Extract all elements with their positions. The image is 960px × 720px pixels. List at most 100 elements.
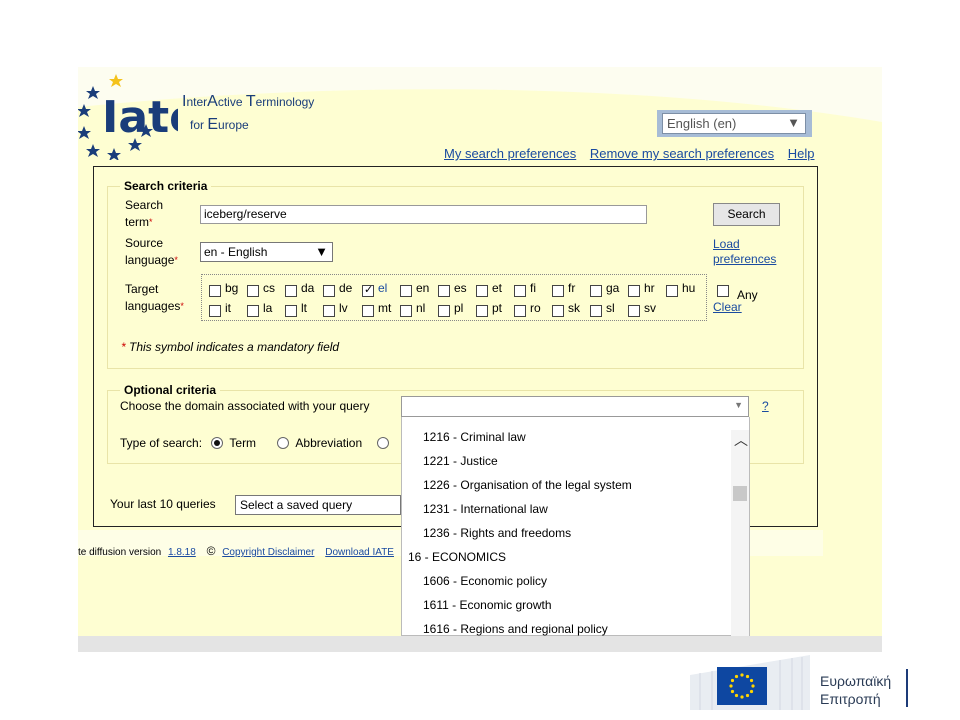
domain-option[interactable]: 16 - ECONOMICS: [408, 550, 506, 564]
target-lang-ga-checkbox[interactable]: ga: [590, 279, 619, 297]
domain-option[interactable]: 1236 - Rights and freedoms: [423, 526, 571, 540]
checkbox-box[interactable]: [628, 305, 640, 317]
checkbox-box[interactable]: [717, 285, 729, 297]
type-abbreviation-radio[interactable]: Abbreviation: [277, 436, 362, 450]
eu-star: [730, 678, 735, 683]
domain-option[interactable]: 1611 - Economic growth: [423, 598, 552, 612]
search-term-input[interactable]: iceberg/reserve: [200, 205, 647, 224]
eu-star: [740, 695, 744, 699]
target-lang-label: nl: [416, 301, 426, 315]
download-iate-link[interactable]: Download IATE: [325, 547, 394, 558]
domain-help-link[interactable]: ?: [762, 399, 769, 413]
target-lang-el-checkbox[interactable]: el: [362, 279, 387, 297]
type-of-search-label: Type of search:: [120, 436, 203, 450]
checkbox-box[interactable]: [514, 285, 526, 297]
target-lang-label: pl: [454, 301, 464, 315]
source-language-label: Source language*: [125, 236, 178, 267]
target-lang-cs-checkbox[interactable]: cs: [247, 279, 275, 297]
interface-language-select[interactable]: English (en) ▼: [662, 113, 806, 134]
target-lang-mt-checkbox[interactable]: mt: [362, 299, 391, 317]
domain-option[interactable]: 1616 - Regions and regional policy: [423, 622, 608, 636]
target-lang-pt-checkbox[interactable]: pt: [476, 299, 502, 317]
checkbox-box[interactable]: [590, 305, 602, 317]
type-term-radio[interactable]: Term: [211, 436, 256, 450]
target-lang-es-checkbox[interactable]: es: [438, 279, 467, 297]
target-lang-en-checkbox[interactable]: en: [400, 279, 429, 297]
target-lang-nl-checkbox[interactable]: nl: [400, 299, 425, 317]
radio-unselected[interactable]: [277, 437, 290, 449]
target-lang-ro-checkbox[interactable]: ro: [514, 299, 541, 317]
version-link[interactable]: 1.8.18: [168, 547, 196, 558]
target-lang-label: es: [454, 281, 467, 295]
target-lang-sv-checkbox[interactable]: sv: [628, 299, 656, 317]
target-lang-pl-checkbox[interactable]: pl: [438, 299, 463, 317]
target-lang-de-checkbox[interactable]: de: [323, 279, 352, 297]
type-other-radio[interactable]: [377, 436, 395, 450]
footer: te diffusion version 1.8.18 © Copyright …: [78, 544, 394, 558]
chevron-down-icon: ▼: [787, 115, 800, 130]
checkbox-box[interactable]: [362, 283, 374, 297]
my-search-preferences-link[interactable]: My search preferences: [444, 146, 576, 161]
checkbox-box[interactable]: [628, 285, 640, 297]
checkbox-box[interactable]: [666, 285, 678, 297]
target-lang-lt-checkbox[interactable]: lt: [285, 299, 307, 317]
target-lang-hr-checkbox[interactable]: hr: [628, 279, 655, 297]
target-lang-et-checkbox[interactable]: et: [476, 279, 502, 297]
checkbox-box[interactable]: [476, 305, 488, 317]
radio-unselected[interactable]: [377, 437, 390, 449]
domain-option[interactable]: 1606 - Economic policy: [423, 574, 547, 588]
checkbox-box[interactable]: [323, 305, 335, 317]
help-link[interactable]: Help: [788, 146, 815, 161]
checkbox-box[interactable]: [438, 305, 450, 317]
remove-search-preferences-link[interactable]: Remove my search preferences: [590, 146, 774, 161]
domain-option[interactable]: 1226 - Organisation of the legal system: [423, 478, 632, 492]
target-lang-hu-checkbox[interactable]: hu: [666, 279, 695, 297]
domain-option[interactable]: 1216 - Criminal law: [423, 430, 526, 444]
checkbox-box[interactable]: [362, 305, 374, 317]
checkbox-box[interactable]: [285, 285, 297, 297]
checkbox-box[interactable]: [400, 305, 412, 317]
dropdown-scrollbar-thumb[interactable]: [733, 486, 747, 501]
checkbox-box[interactable]: [247, 285, 259, 297]
checkbox-box[interactable]: [209, 285, 221, 297]
eu-star: [749, 678, 754, 683]
target-lang-label: de: [339, 281, 353, 295]
search-button[interactable]: Search: [713, 203, 780, 226]
domain-option[interactable]: 1231 - International law: [423, 502, 548, 516]
eu-star: [740, 673, 744, 677]
load-preferences-link[interactable]: Load preferences: [713, 237, 776, 266]
checkbox-box[interactable]: [552, 285, 564, 297]
domain-select[interactable]: ▼: [401, 396, 749, 417]
dropdown-scrollbar[interactable]: [731, 430, 749, 636]
target-lang-label: sk: [568, 301, 580, 315]
checkbox-box[interactable]: [323, 285, 335, 297]
target-lang-sk-checkbox[interactable]: sk: [552, 299, 580, 317]
checkbox-box[interactable]: [590, 285, 602, 297]
target-lang-bg-checkbox[interactable]: bg: [209, 279, 238, 297]
checkbox-box[interactable]: [552, 305, 564, 317]
checkbox-box[interactable]: [514, 305, 526, 317]
checkbox-box[interactable]: [285, 305, 297, 317]
target-lang-fi-checkbox[interactable]: fi: [514, 279, 536, 297]
target-lang-sl-checkbox[interactable]: sl: [590, 299, 615, 317]
checkbox-box[interactable]: [438, 285, 450, 297]
checkbox-box[interactable]: [476, 285, 488, 297]
chevron-up-icon[interactable]: ︿: [734, 430, 748, 450]
saved-query-select[interactable]: Select a saved query: [235, 495, 401, 515]
clear-languages-link[interactable]: Clear: [713, 300, 742, 314]
domain-option[interactable]: 1221 - Justice: [423, 454, 498, 468]
checkbox-box[interactable]: [247, 305, 259, 317]
target-lang-label: sv: [644, 301, 656, 315]
target-lang-fr-checkbox[interactable]: fr: [552, 279, 575, 297]
checkbox-box[interactable]: [400, 285, 412, 297]
source-language-select[interactable]: en - English ▼: [200, 242, 333, 262]
target-lang-da-checkbox[interactable]: da: [285, 279, 314, 297]
copyright-disclaimer-link[interactable]: Copyright Disclaimer: [222, 547, 314, 558]
any-language-checkbox[interactable]: Any: [717, 284, 758, 302]
checkbox-box[interactable]: [209, 305, 221, 317]
radio-selected[interactable]: [211, 437, 224, 449]
target-lang-it-checkbox[interactable]: it: [209, 299, 231, 317]
target-lang-la-checkbox[interactable]: la: [247, 299, 272, 317]
target-lang-lv-checkbox[interactable]: lv: [323, 299, 348, 317]
target-lang-label: cs: [263, 281, 275, 295]
